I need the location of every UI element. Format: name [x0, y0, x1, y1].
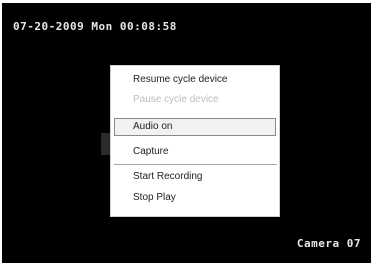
- menu-item-start-recording[interactable]: Start Recording: [133, 171, 202, 182]
- osd-camera-label: Camera 07: [296, 237, 361, 250]
- menu-item-audio-on[interactable]: Audio on: [133, 121, 172, 132]
- context-menu: Resume cycle device Pause cycle device A…: [110, 65, 280, 217]
- video-view[interactable]: 07-20-2009 Mon 00:08:58 Resume cycle dev…: [2, 3, 371, 263]
- menu-item-stop-play[interactable]: Stop Play: [133, 192, 176, 203]
- menu-separator: [114, 164, 277, 165]
- background-artifact: [101, 133, 110, 155]
- osd-timestamp: 07-20-2009 Mon 00:08:58: [13, 20, 177, 33]
- menu-item-pause-cycle-device: Pause cycle device: [133, 94, 219, 105]
- menu-item-capture[interactable]: Capture: [133, 146, 169, 157]
- menu-item-resume-cycle-device[interactable]: Resume cycle device: [133, 74, 227, 85]
